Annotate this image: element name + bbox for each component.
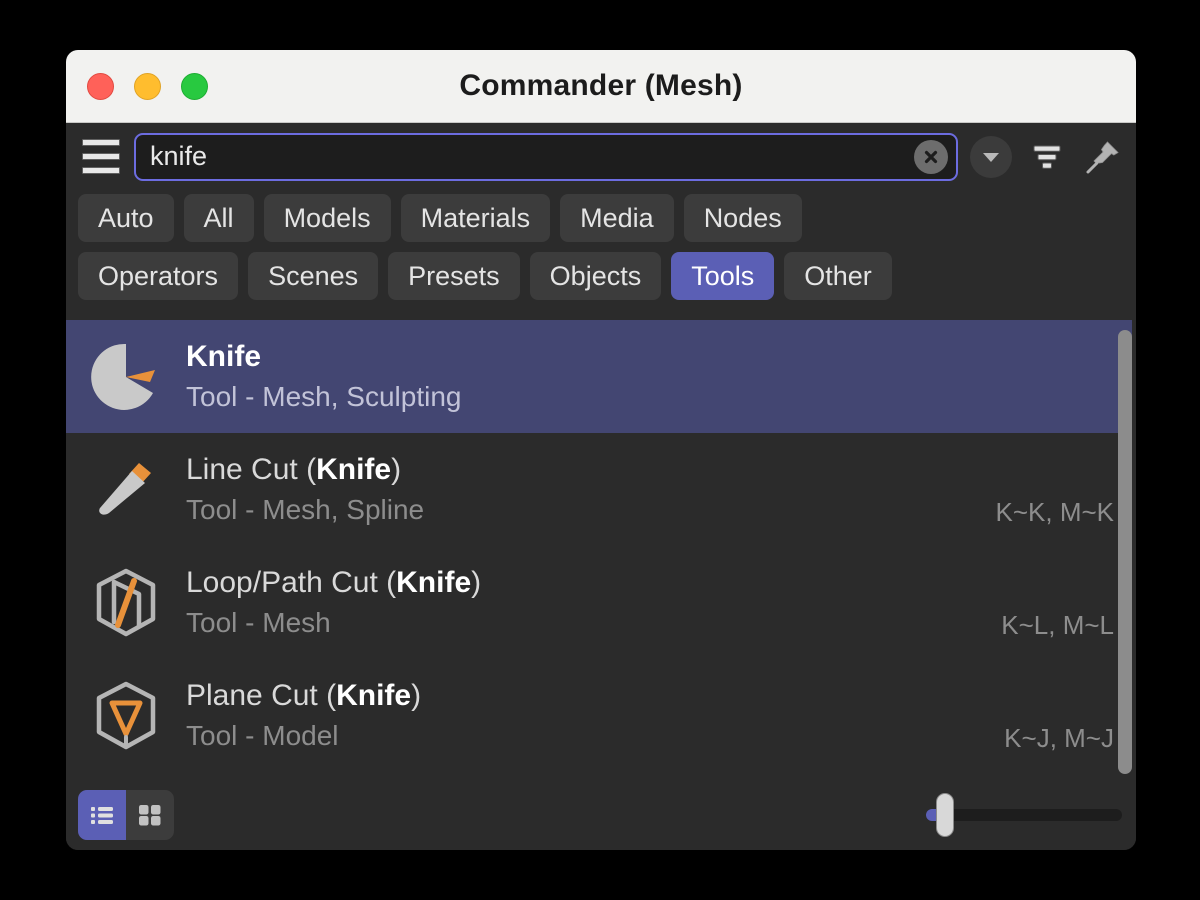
result-subtitle: Tool - Mesh, Spline bbox=[186, 494, 425, 526]
result-title-suffix: ) bbox=[411, 679, 422, 712]
results-list: Knife Tool - Mesh, Sculpting Line Cut (K… bbox=[66, 320, 1136, 780]
tab-models[interactable]: Models bbox=[263, 194, 391, 242]
result-shortcut: K~J, M~J bbox=[1004, 723, 1114, 753]
tab-auto[interactable]: Auto bbox=[78, 194, 174, 242]
hexagon-plane-cut-icon bbox=[78, 668, 174, 764]
tab-objects[interactable]: Objects bbox=[529, 252, 662, 300]
grid-view-icon[interactable] bbox=[126, 790, 174, 840]
commander-window: Commander (Mesh) knife Auto All Models M… bbox=[66, 50, 1136, 850]
tab-operators[interactable]: Operators bbox=[78, 252, 239, 300]
list-view-icon[interactable] bbox=[78, 790, 126, 840]
view-mode-toggle bbox=[78, 790, 174, 840]
search-field[interactable]: knife bbox=[134, 132, 958, 181]
result-row-plane-cut[interactable]: Plane Cut (Knife) Tool - Model K~J, M~J bbox=[66, 659, 1132, 772]
search-toolbar: knife bbox=[66, 123, 1136, 190]
result-title-suffix: ) bbox=[471, 566, 482, 599]
search-input[interactable]: knife bbox=[150, 143, 914, 170]
tab-tools[interactable]: Tools bbox=[671, 252, 775, 300]
pin-icon[interactable] bbox=[1080, 134, 1126, 180]
result-subtitle: Tool - Mesh bbox=[186, 607, 331, 639]
tab-other[interactable]: Other bbox=[784, 252, 892, 300]
result-row-loop-path-cut[interactable]: Loop/Path Cut (Knife) Tool - Mesh K~L, M… bbox=[66, 546, 1132, 659]
result-title: Knife bbox=[186, 339, 1114, 374]
result-text: Knife Tool - Mesh, Sculpting bbox=[174, 339, 1114, 414]
zoom-slider[interactable] bbox=[926, 790, 1122, 840]
result-text: Loop/Path Cut (Knife) Tool - Mesh bbox=[174, 565, 1001, 640]
cube-slice-icon bbox=[78, 555, 174, 651]
result-title-plain: Plane Cut ( bbox=[186, 679, 337, 712]
tab-media[interactable]: Media bbox=[560, 194, 674, 242]
zoom-slider-thumb[interactable] bbox=[936, 793, 954, 837]
result-title-plain: Line Cut ( bbox=[186, 453, 317, 486]
filter-tabs-row-2: Operators Scenes Presets Objects Tools O… bbox=[78, 252, 1124, 300]
tab-presets[interactable]: Presets bbox=[388, 252, 520, 300]
filter-tabs-row-1: Auto All Models Materials Media Nodes bbox=[78, 194, 1124, 242]
knife-icon bbox=[78, 442, 174, 538]
result-subtitle: Tool - Mesh, Sculpting bbox=[186, 381, 462, 413]
result-title: Loop/Path Cut (Knife) bbox=[186, 565, 1001, 600]
pie-wedge-cut-icon bbox=[78, 329, 174, 425]
clear-search-icon[interactable] bbox=[914, 139, 948, 174]
tab-materials[interactable]: Materials bbox=[400, 194, 551, 242]
list-scrollbar-thumb[interactable] bbox=[1118, 330, 1132, 774]
result-shortcut: K~L, M~L bbox=[1001, 610, 1114, 640]
result-text: Line Cut (Knife) Tool - Mesh, Spline bbox=[174, 452, 996, 527]
search-options-dropdown-button[interactable] bbox=[968, 134, 1014, 180]
chevron-down-icon bbox=[970, 135, 1012, 178]
result-title-suffix: ) bbox=[391, 453, 402, 486]
result-title: Plane Cut (Knife) bbox=[186, 678, 1004, 713]
result-subtitle: Tool - Model bbox=[186, 720, 339, 752]
tab-all[interactable]: All bbox=[183, 194, 254, 242]
list-scrollbar[interactable] bbox=[1118, 330, 1132, 774]
result-row-line-cut[interactable]: Line Cut (Knife) Tool - Mesh, Spline K~K… bbox=[66, 433, 1132, 546]
result-text: Plane Cut (Knife) Tool - Model bbox=[174, 678, 1004, 753]
tab-nodes[interactable]: Nodes bbox=[683, 194, 802, 242]
result-title-bold: Knife bbox=[396, 566, 472, 599]
tab-scenes[interactable]: Scenes bbox=[248, 252, 379, 300]
hamburger-menu-icon[interactable] bbox=[78, 136, 124, 178]
title-bar: Commander (Mesh) bbox=[66, 50, 1136, 123]
filter-tabs: Auto All Models Materials Media Nodes Op… bbox=[66, 190, 1136, 320]
filter-icon[interactable] bbox=[1024, 134, 1070, 180]
result-title-bold: Knife bbox=[316, 453, 392, 486]
result-title: Line Cut (Knife) bbox=[186, 452, 996, 487]
result-row-knife[interactable]: Knife Tool - Mesh, Sculpting bbox=[66, 320, 1132, 433]
window-title: Commander (Mesh) bbox=[459, 69, 743, 102]
result-title-bold: Knife bbox=[336, 679, 412, 712]
result-title-bold: Knife bbox=[186, 340, 261, 373]
result-title-plain: Loop/Path Cut ( bbox=[186, 566, 397, 599]
result-shortcut: K~K, M~K bbox=[995, 497, 1115, 527]
zoom-slider-track[interactable] bbox=[926, 809, 1122, 821]
status-bar bbox=[66, 780, 1136, 850]
